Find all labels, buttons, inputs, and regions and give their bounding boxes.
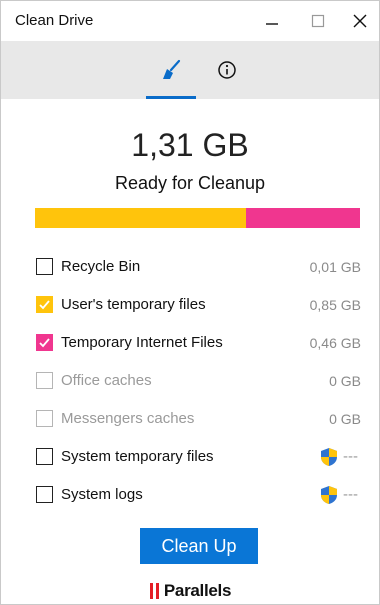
- brand-name: Parallels: [163, 581, 232, 600]
- tab-info[interactable]: [202, 41, 252, 99]
- tab-clean[interactable]: [146, 41, 196, 99]
- list-item[interactable]: Temporary Internet Files 0,46 GB: [1, 325, 379, 363]
- item-size: 0 GB: [329, 373, 361, 389]
- item-label: Temporary Internet Files: [61, 334, 223, 351]
- item-label: System temporary files: [61, 448, 214, 465]
- parallels-logo: Parallels: [1, 581, 379, 601]
- item-label: System logs: [61, 486, 143, 503]
- admin-shield-icon: [321, 486, 337, 504]
- usage-segment-user-temp: [35, 208, 246, 228]
- clean-drive-window: Clean Drive 1,31 GB Ready for Cleanup Re…: [0, 0, 380, 605]
- checkmark-icon: [39, 300, 50, 310]
- checkbox[interactable]: [36, 258, 53, 275]
- list-item[interactable]: System temporary files ---: [1, 439, 379, 477]
- window-title: Clean Drive: [15, 12, 94, 29]
- checkbox[interactable]: [36, 448, 53, 465]
- usage-segment-internet-files: [245, 208, 360, 228]
- broom-icon: [163, 59, 181, 79]
- item-size: 0,01 GB: [309, 259, 361, 275]
- list-item: Office caches 0 GB: [1, 363, 379, 401]
- list-item: Messengers caches 0 GB: [1, 401, 379, 439]
- clean-up-button[interactable]: Clean Up: [140, 528, 258, 564]
- checkbox: [36, 410, 53, 427]
- item-label: Office caches: [61, 372, 152, 389]
- info-icon: [218, 61, 236, 79]
- list-item[interactable]: User's temporary files 0,85 GB: [1, 287, 379, 325]
- maximize-button[interactable]: [295, 1, 341, 41]
- title-bar: Clean Drive: [1, 1, 379, 41]
- active-tab-indicator: [146, 96, 196, 99]
- list-item[interactable]: System logs ---: [1, 477, 379, 515]
- tab-bar: [1, 41, 379, 99]
- parallels-bars-icon: [149, 583, 159, 599]
- item-size: ---: [343, 448, 358, 465]
- item-size: 0,46 GB: [309, 335, 361, 351]
- usage-bar: [35, 208, 360, 228]
- minimize-icon: [266, 23, 278, 25]
- maximize-icon: [311, 14, 325, 28]
- item-label: Messengers caches: [61, 410, 195, 427]
- checkbox: [36, 372, 53, 389]
- close-button[interactable]: [341, 1, 379, 41]
- minimize-button[interactable]: [249, 1, 295, 41]
- admin-shield-icon: [321, 448, 337, 466]
- checkbox[interactable]: [36, 296, 53, 313]
- item-size: 0 GB: [329, 411, 361, 427]
- checkmark-icon: [39, 338, 50, 348]
- cleanup-status: Ready for Cleanup: [114, 173, 266, 193]
- list-item[interactable]: Recycle Bin 0,01 GB: [1, 249, 379, 287]
- checkbox[interactable]: [36, 334, 53, 351]
- item-label: User's temporary files: [61, 296, 206, 313]
- item-size: ---: [343, 486, 358, 503]
- checkbox[interactable]: [36, 486, 53, 503]
- item-label: Recycle Bin: [61, 258, 141, 275]
- item-size: 0,85 GB: [309, 297, 361, 313]
- total-size: 1,31 GB: [131, 127, 249, 163]
- close-icon: [353, 14, 367, 28]
